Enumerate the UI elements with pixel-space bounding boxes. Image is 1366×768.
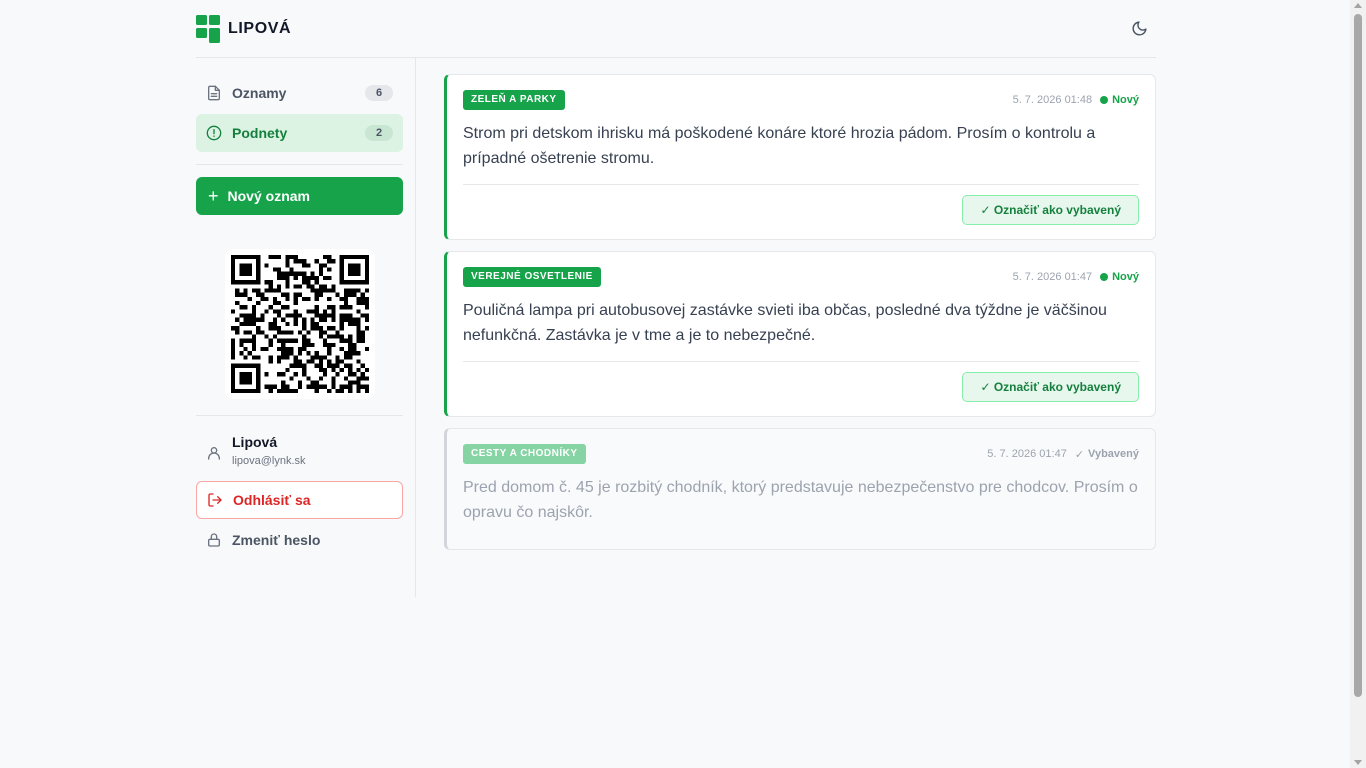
page-scrollbar[interactable] <box>1350 0 1366 768</box>
check-icon: ✓ <box>1074 448 1085 461</box>
sidebar-item-podnety[interactable]: Podnety 2 <box>196 114 403 152</box>
new-notice-label: Nový oznam <box>227 188 310 204</box>
top-bar: LIPOVÁ <box>196 0 1156 58</box>
status-badge: ✓ Vybavený <box>1075 448 1139 461</box>
check-icon: ✓ <box>980 203 994 217</box>
change-password-label: Zmeniť heslo <box>232 532 321 548</box>
logout-button[interactable]: Odhlásiť sa <box>196 481 403 519</box>
document-icon <box>206 85 222 101</box>
new-notice-button[interactable]: + Nový oznam <box>196 177 403 215</box>
user-icon <box>206 445 222 461</box>
check-icon: ✓ <box>980 380 994 394</box>
category-badge: ZELEŇ A PARKY <box>463 90 565 110</box>
scroll-down-arrow[interactable] <box>1354 760 1362 765</box>
report-text: Pouličná lampa pri autobusovej zastávke … <box>463 302 1107 344</box>
sidebar: Oznamy 6 Podnety 2 + Nový oznam Lipová l… <box>196 58 416 597</box>
theme-toggle-button[interactable] <box>1124 14 1154 44</box>
status-badge: Nový <box>1100 94 1139 106</box>
status-label: Vybavený <box>1088 448 1139 460</box>
user-name: Lipová <box>232 434 278 450</box>
count-badge: 6 <box>365 85 393 101</box>
change-password-button[interactable]: Zmeniť heslo <box>196 519 403 561</box>
lock-icon <box>206 532 222 548</box>
status-label: Nový <box>1112 271 1139 283</box>
mark-resolved-label: Označiť ako vybavený <box>993 203 1121 217</box>
logout-label: Odhlásiť sa <box>233 492 311 508</box>
status-dot-icon <box>1100 273 1109 281</box>
mark-resolved-button[interactable]: ✓ Označiť ako vybavený <box>962 195 1139 225</box>
user-email: lipova@lynk.sk <box>232 455 306 467</box>
app-container: LIPOVÁ Oznamy 6 Podnety 2 + Nový oznam L… <box>196 0 1156 597</box>
moon-icon <box>1132 21 1147 36</box>
status-badge: Nový <box>1100 271 1139 283</box>
report-card: ZELEŇ A PARKY 5. 7. 2026 01:48 Nový Stro… <box>444 74 1156 240</box>
app-name: LIPOVÁ <box>228 19 292 37</box>
status-label: Nový <box>1112 94 1139 106</box>
logout-icon <box>207 492 223 508</box>
report-datetime: 5. 7. 2026 01:47 <box>1012 271 1093 283</box>
report-card: VEREJNÉ OSVETLENIE 5. 7. 2026 01:47 Nový… <box>444 251 1156 417</box>
category-badge: VEREJNÉ OSVETLENIE <box>463 267 601 287</box>
brand[interactable]: LIPOVÁ <box>196 14 292 43</box>
report-text: Pred domom č. 45 je rozbitý chodník, kto… <box>463 479 1138 521</box>
report-datetime: 5. 7. 2026 01:48 <box>1012 94 1093 106</box>
report-card: CESTY A CHODNÍKY 5. 7. 2026 01:47 ✓ Vyba… <box>444 428 1156 550</box>
status-dot-icon <box>1100 96 1109 104</box>
logo-icon <box>196 14 220 43</box>
sidebar-item-label: Podnety <box>232 125 288 141</box>
report-text: Strom pri detskom ihrisku má poškodené k… <box>463 125 1096 167</box>
user-info: Lipová lipova@lynk.sk <box>196 416 403 481</box>
scrollbar-thumb[interactable] <box>1354 14 1362 697</box>
sidebar-item-oznamy[interactable]: Oznamy 6 <box>196 74 403 112</box>
mark-resolved-label: Označiť ako vybavený <box>993 380 1121 394</box>
category-badge: CESTY A CHODNÍKY <box>463 444 586 464</box>
plus-icon: + <box>208 185 219 206</box>
sidebar-item-label: Oznamy <box>232 85 287 101</box>
reports-list: ZELEŇ A PARKY 5. 7. 2026 01:48 Nový Stro… <box>416 58 1156 597</box>
qr-code <box>224 249 375 399</box>
count-badge: 2 <box>365 125 393 141</box>
scroll-up-arrow[interactable] <box>1354 3 1362 8</box>
alert-circle-icon <box>206 125 222 141</box>
report-datetime: 5. 7. 2026 01:47 <box>987 448 1067 460</box>
sidebar-divider <box>196 164 403 165</box>
mark-resolved-button[interactable]: ✓ Označiť ako vybavený <box>962 372 1139 402</box>
